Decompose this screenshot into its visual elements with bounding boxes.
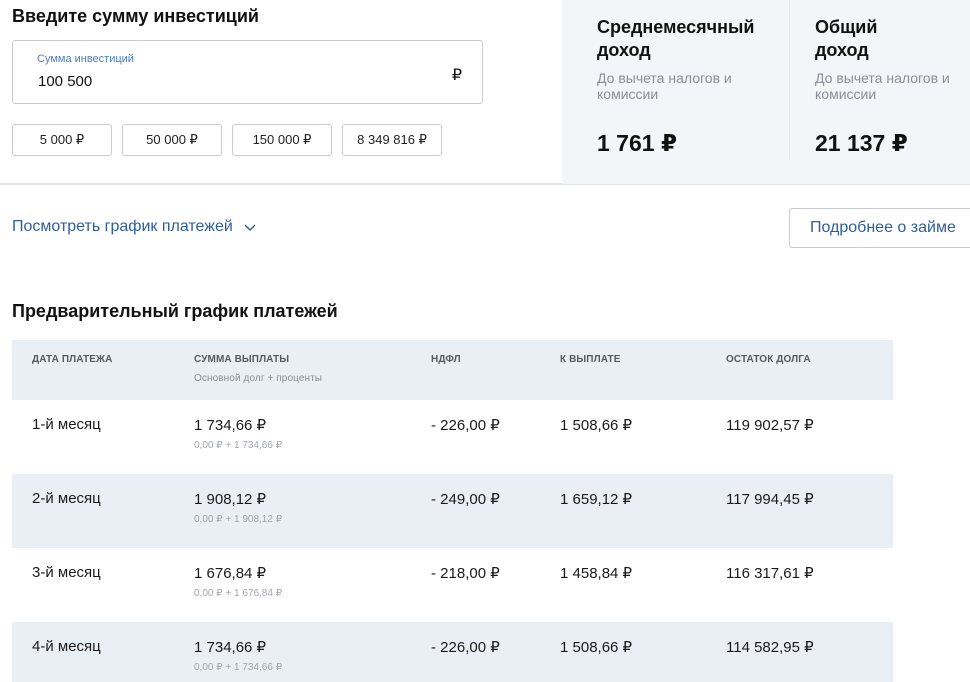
row-amount-value: 1 908,12 ₽ bbox=[194, 491, 267, 508]
row-remaining: 117 994,45 ₽ bbox=[726, 491, 814, 508]
row-payout: 1 508,66 ₽ bbox=[560, 417, 633, 434]
row-amount-value: 1 676,84 ₽ bbox=[194, 565, 267, 582]
loan-details-button[interactable]: Подробнее о займе bbox=[789, 208, 970, 248]
row-remaining: 119 902,57 ₽ bbox=[726, 417, 814, 434]
header-amount-label: Сумма выплаты bbox=[194, 354, 290, 365]
income-panel: Среднемесячный доход До вычета налогов и… bbox=[562, 0, 970, 184]
ruble-icon: ₽ bbox=[451, 67, 462, 84]
row-amount: 1 734,66 ₽ 0,00 ₽ + 1 734,66 ₽ bbox=[194, 416, 282, 451]
row-amount-breakdown: 0,00 ₽ + 1 908,12 ₽ bbox=[194, 514, 283, 525]
row-date: 3-й месяц bbox=[32, 564, 101, 581]
row-tax: - 226,00 ₽ bbox=[431, 639, 500, 656]
investment-section: Введите сумму инвестиций Сумма инвестици… bbox=[0, 0, 970, 185]
total-income-card: Общий доход До вычета налогов и комиссии… bbox=[790, 0, 970, 160]
table-row: 4-й месяц 1 734,66 ₽0,00 ₽ + 1 734,66 ₽ … bbox=[12, 622, 893, 682]
row-amount: 1 908,12 ₽ 0,00 ₽ + 1 908,12 ₽ bbox=[194, 490, 282, 525]
row-date: 4-й месяц bbox=[32, 638, 101, 655]
row-payout: 1 458,84 ₽ bbox=[560, 565, 633, 582]
header-payout: К выплате bbox=[560, 354, 621, 365]
row-amount: 1 676,84 ₽ 0,00 ₽ + 1 676,84 ₽ bbox=[194, 564, 282, 599]
row-remaining: 114 582,95 ₽ bbox=[726, 639, 814, 656]
table-header: Дата платежа Сумма выплаты Основной долг… bbox=[12, 340, 893, 400]
row-tax: - 249,00 ₽ bbox=[431, 491, 500, 508]
total-income-note: До вычета налогов и комиссии bbox=[815, 70, 950, 102]
row-remaining: 116 317,61 ₽ bbox=[726, 565, 814, 582]
row-tax: - 218,00 ₽ bbox=[431, 565, 500, 582]
total-income-amount: 21 137 ₽ bbox=[815, 130, 908, 156]
table-row: 1-й месяц 1 734,66 ₽0,00 ₽ + 1 734,66 ₽ … bbox=[12, 400, 893, 474]
row-date: 2-й месяц bbox=[32, 490, 101, 507]
schedule-title: Предварительный график платежей bbox=[12, 301, 338, 321]
row-payout: 1 659,12 ₽ bbox=[560, 491, 633, 508]
preset-chip-3[interactable]: 150 000 ₽ bbox=[232, 124, 332, 156]
table-row: 3-й месяц 1 676,84 ₽0,00 ₽ + 1 676,84 ₽ … bbox=[12, 548, 893, 622]
monthly-income-card: Среднемесячный доход До вычета налогов и… bbox=[562, 0, 790, 160]
view-schedule-label: Посмотреть график платежей bbox=[12, 218, 233, 235]
investment-amount-field[interactable]: Сумма инвестиций 100 500 ₽ bbox=[12, 40, 483, 104]
row-tax: - 226,00 ₽ bbox=[431, 417, 500, 434]
chevron-down-icon bbox=[243, 220, 257, 234]
row-amount-value: 1 734,66 ₽ bbox=[194, 417, 267, 434]
view-schedule-link[interactable]: Посмотреть график платежей bbox=[12, 218, 257, 236]
row-amount-value: 1 734,66 ₽ bbox=[194, 639, 267, 656]
amount-presets: 5 000 ₽ 50 000 ₽ 150 000 ₽ 8 349 816 ₽ bbox=[12, 124, 442, 156]
investment-amount-value[interactable]: 100 500 bbox=[38, 73, 92, 90]
row-amount-breakdown: 0,00 ₽ + 1 676,84 ₽ bbox=[194, 588, 283, 599]
monthly-income-note: До вычета налогов и комиссии bbox=[597, 70, 732, 102]
preset-chip-1[interactable]: 5 000 ₽ bbox=[12, 124, 112, 156]
preset-chip-2[interactable]: 50 000 ₽ bbox=[122, 124, 222, 156]
header-tax: НДФЛ bbox=[431, 354, 461, 365]
row-date: 1-й месяц bbox=[32, 416, 101, 433]
table-row: 2-й месяц 1 908,12 ₽0,00 ₽ + 1 908,12 ₽ … bbox=[12, 474, 893, 548]
investment-title: Введите сумму инвестиций bbox=[12, 6, 259, 26]
row-amount-breakdown: 0,00 ₽ + 1 734,66 ₽ bbox=[194, 662, 283, 673]
row-amount-breakdown: 0,00 ₽ + 1 734,66 ₽ bbox=[194, 440, 283, 451]
header-amount: Сумма выплаты Основной долг + проценты bbox=[194, 354, 322, 384]
investment-amount-label: Сумма инвестиций bbox=[37, 53, 134, 65]
header-remaining: Остаток долга bbox=[726, 354, 811, 365]
payment-schedule-table: Дата платежа Сумма выплаты Основной долг… bbox=[12, 340, 893, 682]
header-amount-sub: Основной долг + проценты bbox=[194, 373, 323, 384]
total-income-title: Общий доход bbox=[815, 17, 878, 60]
row-payout: 1 508,66 ₽ bbox=[560, 639, 633, 656]
header-date: Дата платежа bbox=[32, 354, 113, 365]
row-amount: 1 734,66 ₽ 0,00 ₽ + 1 734,66 ₽ bbox=[194, 638, 282, 673]
monthly-income-amount: 1 761 ₽ bbox=[597, 130, 677, 156]
monthly-income-title: Среднемесячный доход bbox=[597, 17, 755, 60]
preset-chip-4[interactable]: 8 349 816 ₽ bbox=[342, 124, 442, 156]
